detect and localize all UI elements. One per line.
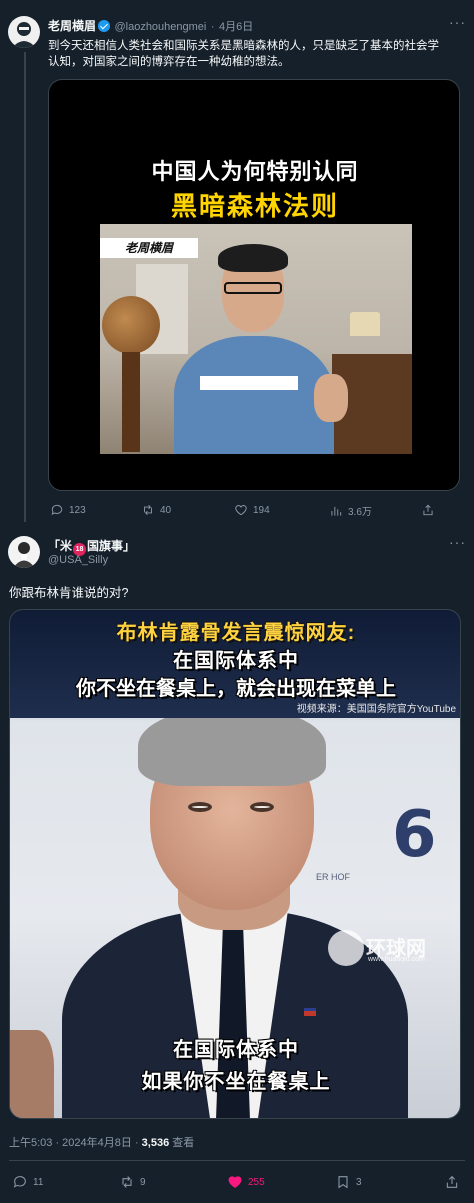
like-count: 255 <box>248 1176 265 1188</box>
post1-text-line1: 到今天还相信人类社会和国际关系是黑暗森林的人，只是缺乏了基本的社会学 <box>48 40 439 52</box>
retweet-icon <box>144 505 152 515</box>
post-timestamp[interactable]: 上午5:03 · 2024年4月8日 · <box>9 1137 142 1149</box>
retweet-button[interactable]: 9 <box>119 1174 146 1190</box>
retweet-icon <box>122 1176 132 1188</box>
video-title-line2: 黑暗森林法则 <box>170 191 339 221</box>
post1-text: 到今天还相信人类社会和国际关系是黑暗森林的人，只是缺乏了基本的社会学 认知，对国… <box>48 38 466 70</box>
avatar-usa-silly[interactable] <box>8 536 40 568</box>
post1-header: 老周横眉 @laozhouhengmei · 4月6日 <box>48 17 253 35</box>
share-button[interactable] <box>444 1174 460 1190</box>
video-logo-text: 老周横眉 <box>124 241 173 255</box>
person-hair <box>138 706 326 786</box>
views-count: 3.6万 <box>348 507 372 518</box>
heart-filled-icon <box>228 1176 242 1188</box>
retweet-button[interactable]: 40 <box>141 503 171 517</box>
bg-sign-text: ER HOF <box>316 872 351 882</box>
reply-button[interactable]: 11 <box>12 1174 43 1190</box>
post2-meta: 上午5:03 · 2024年4月8日 · 3,536 查看 <box>9 1134 194 1150</box>
retweet-count: 40 <box>160 504 172 516</box>
reply-count: 11 <box>33 1176 44 1188</box>
reply-button[interactable]: 123 <box>50 503 86 517</box>
handle-usa-silly[interactable]: @USA_Silly <box>48 554 108 566</box>
reply-icon <box>13 1176 26 1188</box>
more-options-icon[interactable]: ··· <box>449 534 466 550</box>
headline-line3: 你不坐在餐桌上，就会出现在菜单上 <box>76 678 396 700</box>
views-count: 3,536 <box>141 1137 170 1149</box>
avatar-laozhouhengmei[interactable] <box>8 16 40 48</box>
post1-text-line2: 认知，对国家之间的博弈存在一种幼稚的想法。 <box>48 56 290 68</box>
views-label: 查看 <box>169 1137 195 1149</box>
person-hand <box>314 374 348 422</box>
share-icon <box>423 504 433 516</box>
post2-text: 你跟布林肯谁说的对? <box>9 586 129 600</box>
retweet-count: 9 <box>140 1176 146 1188</box>
video-subtitle-bar <box>200 376 298 390</box>
verified-badge-icon <box>98 20 111 32</box>
bookmark-icon <box>338 1176 348 1189</box>
source-label: 视频来源：美国国务院官方YouTube <box>296 704 456 715</box>
person-eye-left <box>188 802 212 812</box>
person-eye-right <box>250 802 274 812</box>
flag-pin <box>304 1008 316 1016</box>
post-date[interactable]: 4月6日 <box>219 21 253 33</box>
video-title-line1: 中国人为何特别认同 <box>151 159 359 184</box>
display-name-right[interactable]: 国旗事」 <box>87 539 135 553</box>
views-chart-icon <box>331 506 342 516</box>
watermark-url: www.huanqiu.com <box>368 956 425 963</box>
post1-video[interactable]: 中国人为何特别认同 黑暗森林法则 老周横眉 <box>48 79 460 491</box>
globe-stand <box>122 352 140 452</box>
thread-line <box>24 52 26 522</box>
subtitle-line2: 如果你不坐在餐桌上 <box>141 1071 331 1093</box>
bookmark-button[interactable]: 3 <box>335 1174 362 1190</box>
more-options-icon[interactable]: ··· <box>449 14 466 30</box>
globe-decor <box>102 296 160 354</box>
video-logo: 老周横眉 <box>100 238 198 258</box>
headline-line1: 布林肯露骨发言震惊网友: <box>116 622 356 644</box>
person-shirt <box>174 336 334 454</box>
like-button[interactable]: 194 <box>234 503 270 517</box>
like-button[interactable]: 255 <box>227 1174 265 1190</box>
logo-66-decor: 6 <box>392 798 437 872</box>
reply-count: 123 <box>69 504 86 516</box>
bookmark-count: 3 <box>356 1176 362 1188</box>
heart-icon <box>235 505 247 516</box>
display-name-left[interactable]: 「米 <box>48 539 72 553</box>
subtitle-line1: 在国际体系中 <box>173 1039 299 1061</box>
like-count: 194 <box>253 504 270 516</box>
headline-line2: 在国际体系中 <box>173 650 299 672</box>
reply-icon <box>51 504 63 515</box>
person-hair <box>218 244 288 272</box>
post2-image[interactable]: 6 ER HOF 布林肯露骨发言震惊网友: 在国际体系中 你不坐在餐桌上，就会出… <box>9 609 461 1119</box>
video-scene: 老周横眉 <box>100 224 412 454</box>
handle[interactable]: @laozhouhengmei <box>114 21 206 33</box>
display-name[interactable]: 老周横眉 <box>48 19 96 33</box>
share-button[interactable] <box>421 503 435 517</box>
views-button[interactable]: 3.6万 <box>329 503 372 518</box>
share-icon <box>446 1175 458 1188</box>
watermark-logo-icon <box>328 930 364 966</box>
person-glasses <box>224 282 282 294</box>
divider <box>9 1160 465 1161</box>
separator: · <box>210 21 215 33</box>
lamp-decor <box>350 312 380 336</box>
